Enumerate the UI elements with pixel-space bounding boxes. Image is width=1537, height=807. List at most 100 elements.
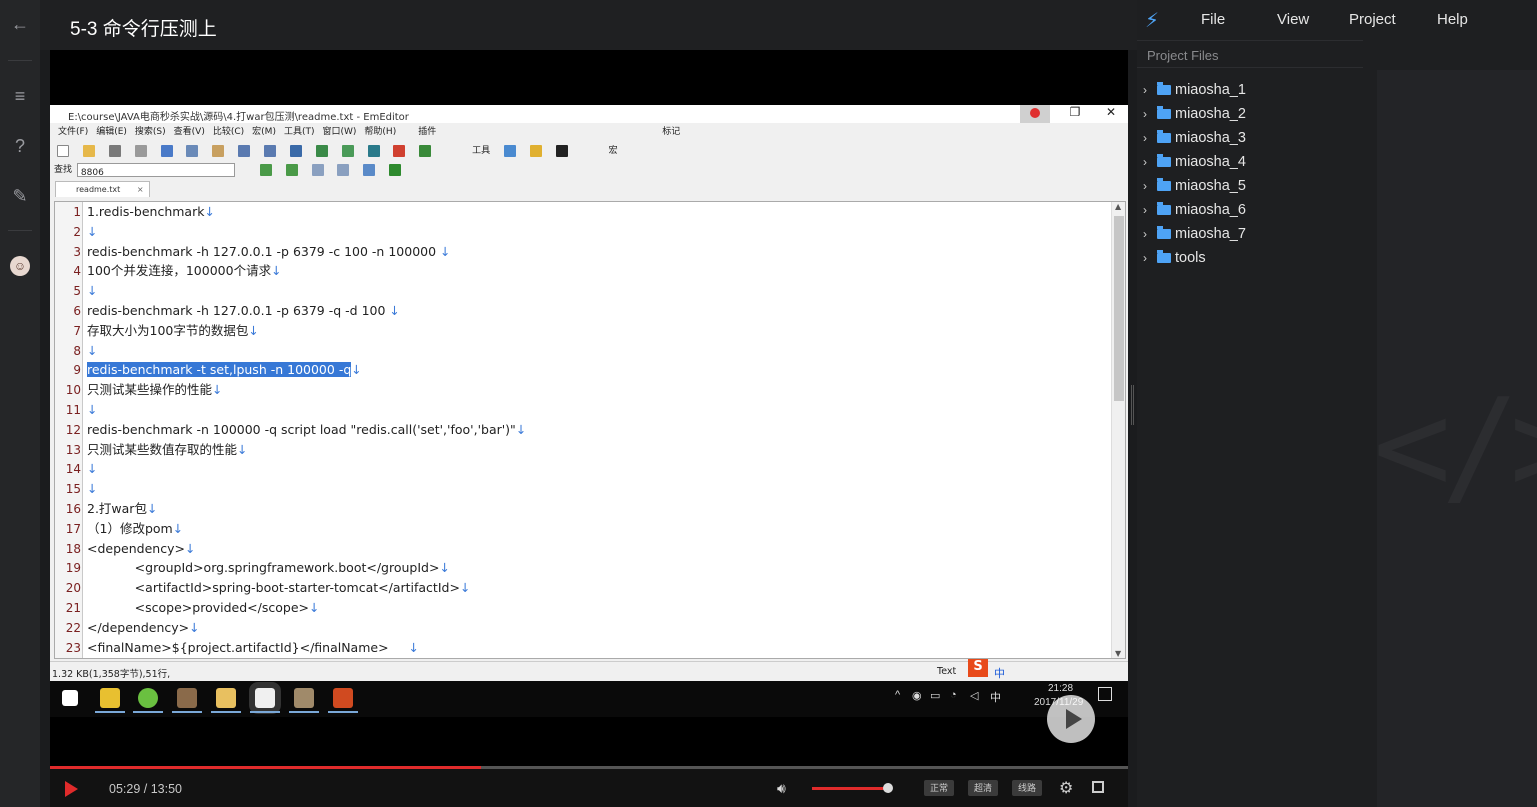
editor-line[interactable]: 4 100个并发连接，100000个请求↓ (55, 261, 1113, 281)
emeditor-menu-item[interactable]: 标记 (662, 123, 680, 142)
chevron-right-icon[interactable]: › (1143, 83, 1155, 97)
editor-line[interactable]: 7 存取大小为100字节的数据包↓ (55, 321, 1113, 341)
windows-start-icon[interactable] (62, 690, 78, 706)
chevron-right-icon[interactable]: › (1143, 155, 1155, 169)
editor-line[interactable]: 14 ↓ (55, 459, 1113, 479)
editor-line[interactable]: 21 <scope>provided</scope>↓ (55, 598, 1113, 618)
terminal-icon[interactable] (555, 145, 568, 157)
open-folder-icon[interactable] (82, 145, 95, 157)
tray-battery-icon[interactable]: ▭ (930, 689, 940, 702)
find-next-icon[interactable] (259, 164, 272, 176)
menu-file[interactable]: File (1201, 11, 1225, 28)
file-explorer-icon[interactable] (216, 688, 236, 708)
folder-item[interactable]: › miaosha_4 (1143, 154, 1246, 176)
menu-icon[interactable]: ≡ (10, 86, 30, 106)
fullscreen-icon[interactable] (1092, 781, 1104, 793)
editor-line[interactable]: 8 ↓ (55, 341, 1113, 361)
scroll-down-icon[interactable]: ▼ (1115, 649, 1121, 658)
redo-icon[interactable] (264, 145, 276, 157)
editor-line[interactable]: 2 ↓ (55, 222, 1113, 242)
minimize-button[interactable] (1020, 105, 1050, 123)
match-case-icon[interactable] (311, 164, 324, 176)
folder-item[interactable]: › miaosha_5 (1143, 178, 1246, 200)
emeditor-menu-item[interactable]: 工具(T) (284, 123, 315, 142)
editor-line[interactable]: 15 ↓ (55, 479, 1113, 499)
back-arrow-icon[interactable]: ← (10, 14, 30, 34)
avatar[interactable]: ☺ (10, 256, 30, 276)
powerpoint-icon[interactable] (333, 688, 353, 708)
line-select-button[interactable]: 线路 (1012, 780, 1042, 796)
pencil-icon[interactable]: ✎ (10, 186, 30, 206)
folder-item[interactable]: › miaosha_1 (1143, 82, 1246, 104)
regex-icon[interactable] (363, 164, 376, 176)
app-360-icon[interactable] (138, 688, 158, 708)
editor-line[interactable]: 20 <artifactId>spring-boot-starter-tomca… (55, 578, 1113, 598)
vertical-scrollbar[interactable]: ▲ ▼ (1111, 202, 1125, 658)
editor-line[interactable]: 5 ↓ (55, 281, 1113, 301)
panel-resize-handle[interactable] (1131, 385, 1134, 425)
emeditor-menu-item[interactable]: 编辑(E) (96, 123, 127, 142)
quality-hd-button[interactable]: 超清 (968, 780, 998, 796)
gear-icon[interactable]: ⚙ (1059, 778, 1073, 798)
find-go-icon[interactable] (389, 164, 402, 176)
editor-line[interactable]: 9 redis-benchmark -t set,lpush -n 100000 … (55, 360, 1113, 380)
new-file-icon[interactable] (57, 145, 69, 157)
folder-item[interactable]: › miaosha_6 (1143, 202, 1246, 224)
folder-item[interactable]: › miaosha_3 (1143, 130, 1246, 152)
sogou-ime-icon[interactable]: S (968, 659, 988, 677)
print-icon[interactable] (134, 145, 147, 157)
chevron-right-icon[interactable]: › (1143, 203, 1155, 217)
emeditor-menu-item[interactable]: 比较(C) (213, 123, 244, 142)
undo-icon[interactable] (238, 145, 251, 157)
overlay-play-button[interactable] (1047, 695, 1095, 743)
emeditor-app-icon[interactable] (249, 682, 281, 714)
editor-line[interactable]: 13 只测试某些数值存取的性能↓ (55, 440, 1113, 460)
emeditor-menu-item[interactable]: 文件(F) (58, 123, 88, 142)
record-macro-icon[interactable] (393, 145, 406, 157)
chevron-right-icon[interactable]: › (1143, 251, 1155, 265)
find-prev-icon[interactable] (285, 164, 298, 176)
ie-icon[interactable] (504, 145, 517, 157)
menu-project[interactable]: Project (1349, 11, 1396, 28)
tray-volume-icon[interactable]: ◁ (970, 689, 978, 702)
volume-icon[interactable]: 🔊︎ (777, 780, 786, 797)
chevron-right-icon[interactable]: › (1143, 179, 1155, 193)
emeditor-menu-item[interactable]: 帮助(H) (364, 123, 396, 142)
restore-button[interactable]: ❐ (1060, 105, 1090, 123)
tray-chevron-icon[interactable]: ^ (895, 689, 900, 701)
find-input[interactable]: 8806 (76, 163, 235, 178)
editor-line[interactable]: 18 <dependency>↓ (55, 539, 1113, 559)
tab-readme[interactable]: readme.txt × (55, 181, 150, 197)
tab-close-icon[interactable]: × (137, 185, 144, 194)
play-macro-icon[interactable] (419, 145, 432, 157)
paste-icon[interactable] (212, 145, 225, 157)
notepad-icon[interactable] (529, 145, 542, 157)
tray-ime[interactable]: 中 (990, 689, 1001, 705)
ime-mode-label[interactable]: 中 (994, 665, 1005, 681)
quality-normal-button[interactable]: 正常 (924, 780, 954, 796)
editor-line[interactable]: 19 <groupId>org.springframework.boot</gr… (55, 558, 1113, 578)
folder-item[interactable]: › tools (1143, 250, 1206, 272)
window-icon[interactable] (367, 145, 380, 157)
editor-line[interactable]: 17 （1）修改pom↓ (55, 519, 1113, 539)
cut-icon[interactable] (160, 145, 173, 157)
save-icon[interactable] (108, 145, 121, 157)
menu-help[interactable]: Help (1437, 11, 1468, 28)
copy-icon[interactable] (186, 145, 199, 157)
tray-wifi-icon[interactable]: ◔ (950, 689, 957, 701)
chevron-right-icon[interactable]: › (1143, 107, 1155, 121)
volume-knob[interactable] (883, 783, 893, 793)
editor-text-area[interactable]: 1 1.redis-benchmark↓ 2 ↓ 3 redis-benchmark -h… (54, 201, 1126, 659)
emeditor-menu-item[interactable]: 插件 (418, 123, 436, 142)
emeditor-menu-item[interactable]: 查看(V) (174, 123, 205, 142)
chevron-right-icon[interactable]: › (1143, 131, 1155, 145)
menu-view[interactable]: View (1277, 11, 1309, 28)
editor-line[interactable]: 16 2.打war包↓ (55, 499, 1113, 519)
editor-line[interactable]: 22 </dependency>↓ (55, 618, 1113, 638)
editor-line[interactable]: 6 redis-benchmark -h 127.0.0.1 -p 6379 -q… (55, 301, 1113, 321)
video-frame[interactable]: E:\course\JAVA电商秒杀实战\源码\4.打war包压测\readme… (50, 50, 1128, 767)
whole-word-icon[interactable] (337, 164, 350, 176)
scroll-up-icon[interactable]: ▲ (1115, 202, 1121, 211)
emeditor-menu-item[interactable]: 窗口(W) (323, 123, 357, 142)
tray-clock-time[interactable]: 21:28 (1048, 683, 1073, 694)
